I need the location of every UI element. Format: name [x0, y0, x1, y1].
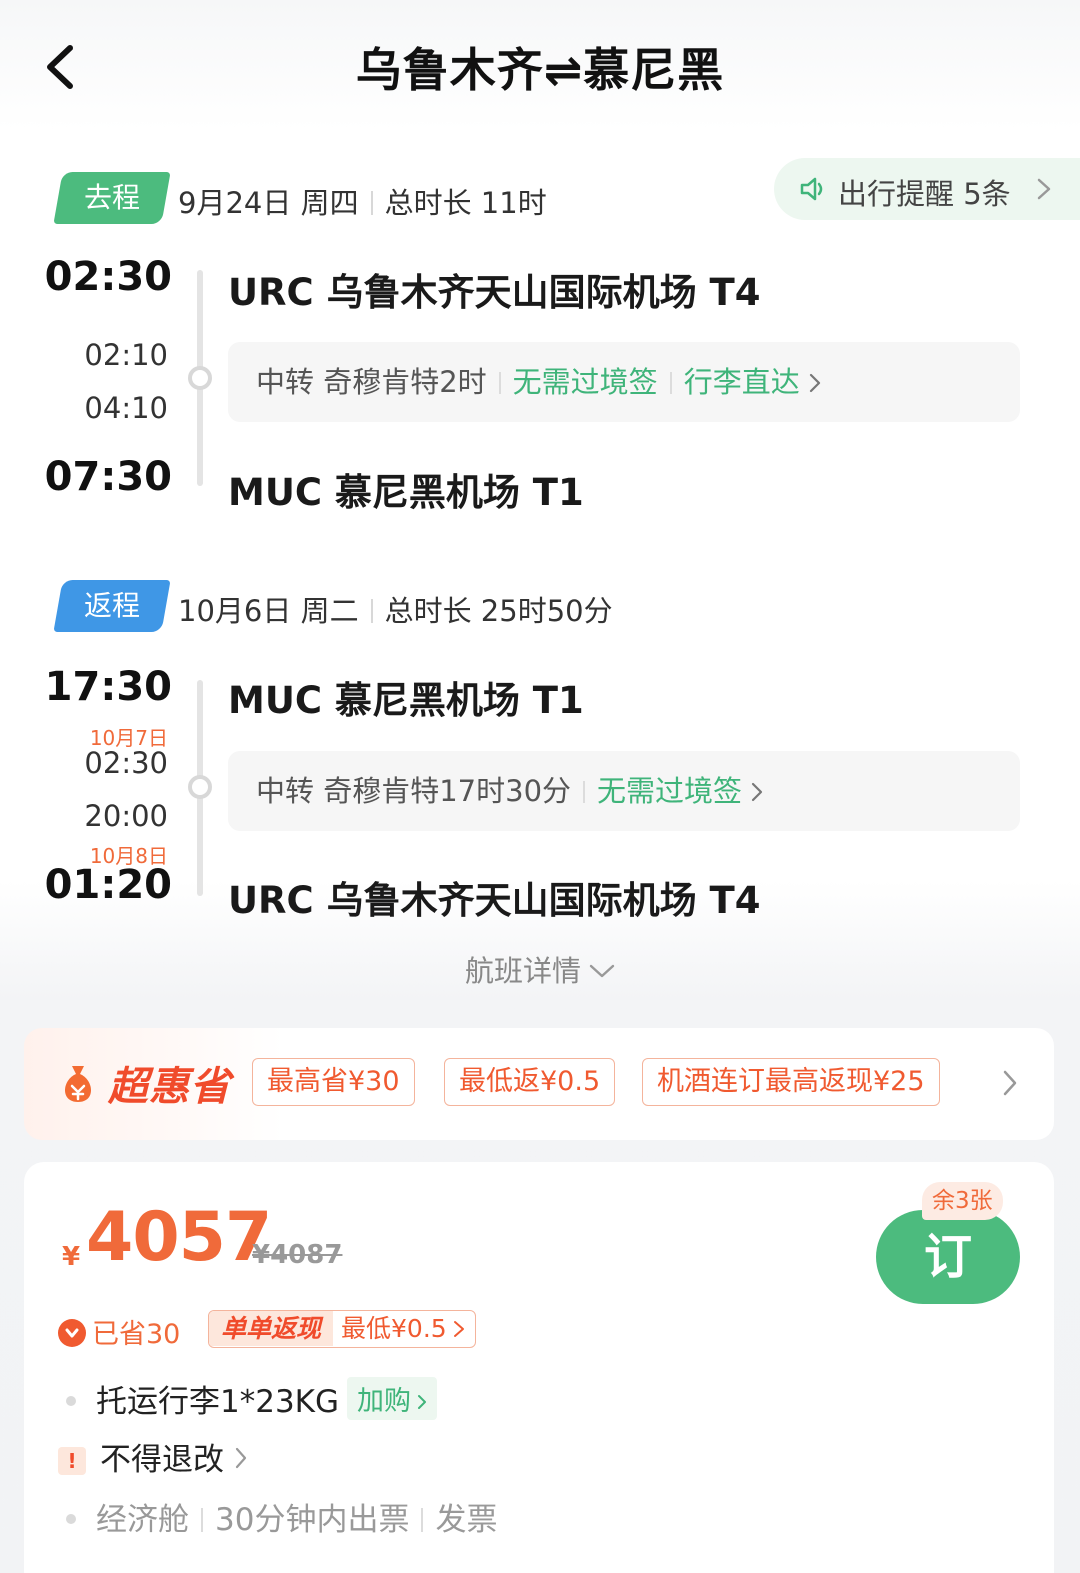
outbound-transfer-arrive-time: 02:10 [84, 338, 168, 372]
invoice-info: 发票 [435, 1502, 498, 1538]
coupon-min-cashback: 最低返¥0.5 [444, 1058, 616, 1106]
outbound-date: 9月24日 周四 [178, 186, 359, 220]
return-transfer-visa: 无需过境签 [597, 774, 743, 808]
promo-brand: 超惠省 [108, 1064, 231, 1110]
baggage-row: 托运行李1*23KG 加购 [58, 1376, 438, 1421]
cashback-badge[interactable]: 单单返现 最低¥0.5 [208, 1310, 476, 1348]
return-date-line: 10月6日 周二 总时长 25时50分 [178, 588, 613, 630]
outbound-transfer-depart-time: 04:10 [84, 391, 168, 425]
chevron-right-icon [453, 1321, 464, 1337]
return-transfer-info[interactable]: 中转 奇穆肯特17时30分 无需过境签 [228, 751, 1020, 831]
chevron-down-icon [589, 964, 615, 978]
baggage-addon-button[interactable]: 加购 [347, 1377, 438, 1420]
chevron-right-icon [418, 1395, 427, 1409]
speaker-icon [800, 177, 823, 201]
return-transfer-arrive-time: 02:30 [84, 746, 168, 780]
refund-policy: 不得退改 [100, 1442, 224, 1478]
return-arrive-time: 01:20 [44, 862, 172, 908]
outbound-transfer-baggage: 行李直达 [683, 365, 800, 399]
cabin-info-row: 经济舱 30分钟内出票 发票 [58, 1494, 497, 1539]
original-price: ¥4087 [252, 1240, 343, 1270]
outbound-transfer-info[interactable]: 中转 奇穆肯特2时 无需过境签 行李直达 [228, 342, 1020, 422]
page-title: 乌鲁木齐⇌慕尼黑 [355, 43, 725, 97]
chevron-right-icon [809, 373, 820, 393]
outbound-tag: 去程 [53, 172, 171, 224]
return-depart-airport: MUC 慕尼黑机场 T1 [228, 679, 584, 722]
outbound-transfer-text: 中转 奇穆肯特2时 [256, 365, 487, 399]
cashback-label: 单单返现 [209, 1311, 334, 1346]
chevron-right-icon [235, 1447, 247, 1469]
coupon-hotel-bundle: 机酒连订最高返现¥25 [642, 1058, 940, 1106]
bullet-dot [66, 1514, 76, 1524]
bullet-dot [66, 1396, 76, 1406]
return-transfer-depart-time: 20:00 [84, 799, 168, 833]
return-transfer-dot [188, 775, 212, 799]
outbound-transfer-dot [188, 366, 212, 390]
money-bag-icon [65, 1066, 91, 1102]
ticketing-time: 30分钟内出票 [215, 1502, 410, 1538]
outbound-header: 去程 9月24日 周四 总时长 11时 出行提醒 5条 [53, 158, 1080, 226]
cashback-value: 最低¥0.5 [341, 1314, 447, 1343]
baggage-allowance: 托运行李1*23KG [96, 1384, 340, 1420]
coupon-max-save: 最高省¥30 [252, 1058, 415, 1106]
saved-arrow-icon [58, 1319, 86, 1347]
header: 乌鲁木齐⇌慕尼黑 [0, 0, 1080, 130]
refund-policy-row[interactable]: ! 不得退改 [58, 1434, 248, 1479]
chevron-right-icon [751, 782, 763, 802]
return-arrive-airport: URC 乌鲁木齐天山国际机场 T4 [228, 879, 761, 922]
return-transfer-text: 中转 奇穆肯特17时30分 [256, 774, 572, 808]
outbound-arrive-time: 07:30 [44, 454, 172, 500]
flight-details-link[interactable]: 航班详情 [0, 948, 1080, 990]
outbound-depart-airport: URC 乌鲁木齐天山国际机场 T4 [228, 271, 761, 314]
flight-details-label: 航班详情 [464, 954, 581, 988]
travel-reminder-label: 出行提醒 5条 [838, 177, 1011, 211]
chevron-right-icon [1003, 1070, 1017, 1096]
book-button[interactable]: 订 [876, 1210, 1020, 1304]
fare-card: ¥ 4057 ¥4087 订 余3张 已省30 单单返现 最低¥0.5 托运行李1… [24, 1162, 1054, 1573]
price: 4057 [86, 1198, 272, 1277]
return-depart-time: 17:30 [44, 664, 172, 710]
outbound-date-line: 9月24日 周四 总时长 11时 [178, 180, 547, 222]
outbound-duration: 总时长 11时 [384, 186, 547, 220]
price-currency: ¥ [62, 1242, 81, 1272]
promo-banner[interactable]: 超惠省 最高省¥30 最低返¥0.5 机酒连订最高返现¥25 [24, 1028, 1054, 1140]
outbound-depart-time: 02:30 [44, 254, 172, 300]
travel-reminder-button[interactable]: 出行提醒 5条 [774, 158, 1080, 220]
return-date: 10月6日 周二 [178, 594, 359, 628]
return-duration: 总时长 25时50分 [384, 594, 613, 628]
return-header: 返程 10月6日 周二 总时长 25时50分 [53, 580, 1080, 634]
outbound-arrive-airport: MUC 慕尼黑机场 T1 [228, 471, 584, 514]
outbound-transfer-visa: 无需过境签 [512, 365, 658, 399]
chevron-right-icon [1037, 178, 1051, 200]
saved-amount: 已省30 [58, 1312, 180, 1350]
tickets-left-badge: 余3张 [922, 1182, 1003, 1220]
return-tag: 返程 [53, 580, 171, 632]
warning-icon: ! [58, 1447, 86, 1475]
cabin-class: 经济舱 [96, 1502, 189, 1538]
